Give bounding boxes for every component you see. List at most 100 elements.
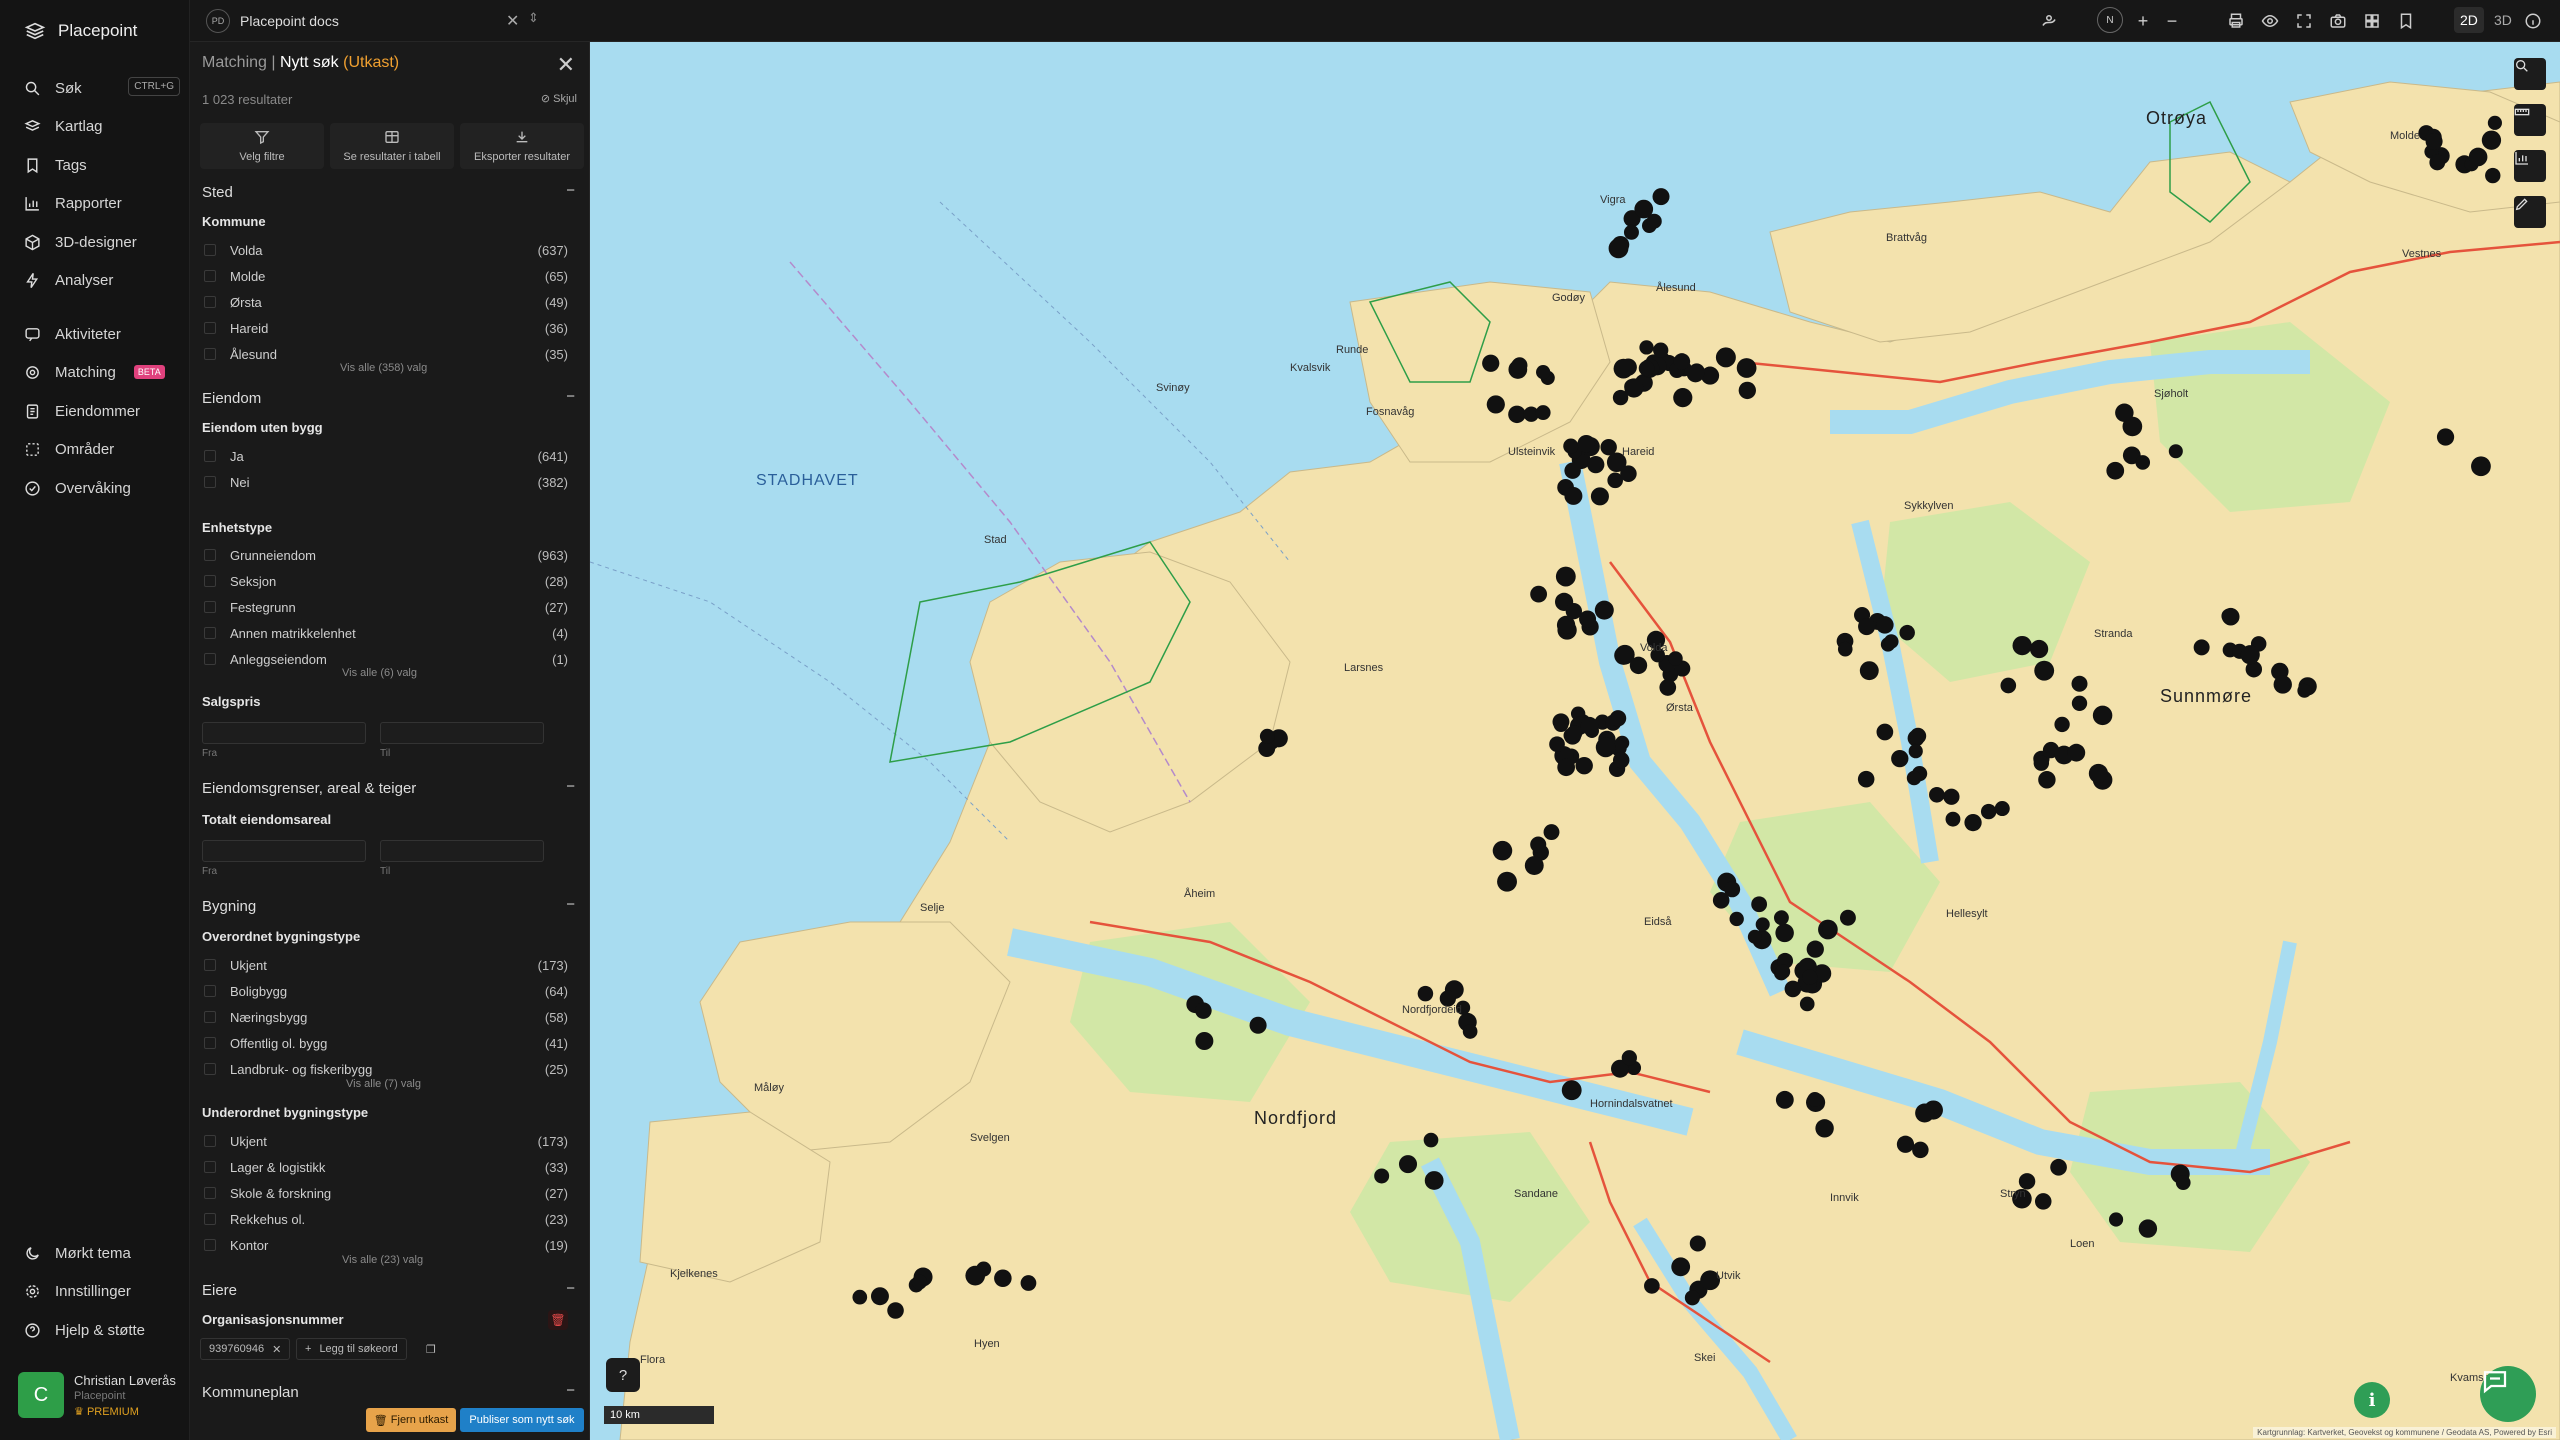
section-title[interactable]: Bygning <box>202 898 256 915</box>
result-marker[interactable] <box>1564 486 1583 505</box>
checkbox[interactable] <box>204 322 216 334</box>
result-marker[interactable] <box>2108 1212 2124 1227</box>
result-marker[interactable] <box>1839 909 1856 926</box>
result-marker[interactable] <box>2175 1175 2191 1191</box>
result-marker[interactable] <box>1566 725 1583 742</box>
result-marker[interactable] <box>1671 1257 1691 1277</box>
result-marker[interactable] <box>2487 115 2502 130</box>
result-marker[interactable] <box>1738 381 1756 400</box>
map-search-button[interactable] <box>2514 58 2546 90</box>
show-all-link[interactable]: Vis alle (358) valg <box>340 362 427 374</box>
collapse-icon[interactable]: − <box>566 1280 575 1297</box>
result-marker[interactable] <box>1620 465 1637 482</box>
section-title[interactable]: Kommuneplan <box>202 1384 299 1401</box>
nav-item-overvaking[interactable]: Overvåking <box>24 476 174 500</box>
chevron-updown-icon[interactable]: ⇕ <box>528 10 539 26</box>
result-marker[interactable] <box>1424 1171 1444 1190</box>
nav-item-aktiviteter[interactable]: Aktiviteter <box>24 322 174 346</box>
filter-option[interactable]: Skole & forskning (27) <box>202 1184 568 1202</box>
show-all-link[interactable]: Vis alle (7) valg <box>346 1078 421 1090</box>
nav-item-rapporter[interactable]: Rapporter <box>24 191 174 215</box>
result-marker[interactable] <box>1755 917 1770 932</box>
camera-icon[interactable] <box>2327 10 2349 32</box>
filter-option[interactable]: Molde (65) <box>202 267 568 285</box>
result-marker[interactable] <box>1590 487 1609 506</box>
checkbox[interactable] <box>204 1135 216 1147</box>
result-marker[interactable] <box>1553 717 1569 733</box>
price-from-input[interactable] <box>202 722 366 744</box>
nav-item-settings[interactable]: Innstillinger <box>24 1279 174 1303</box>
result-marker[interactable] <box>1751 896 1768 913</box>
result-marker[interactable] <box>1980 803 1997 820</box>
filter-option[interactable]: Ørsta (49) <box>202 293 568 311</box>
result-marker[interactable] <box>1195 1031 1214 1051</box>
checkbox[interactable] <box>204 1239 216 1251</box>
result-marker[interactable] <box>1530 836 1547 853</box>
result-marker[interactable] <box>1423 1132 1439 1148</box>
filter-option[interactable]: Rekkehus ol. (23) <box>202 1210 568 1228</box>
result-marker[interactable] <box>1561 1080 1582 1101</box>
result-marker[interactable] <box>1543 824 1560 841</box>
result-marker[interactable] <box>1857 770 1875 788</box>
collapse-icon[interactable]: − <box>566 182 575 199</box>
section-title[interactable]: Eiendomsgrenser, areal & teiger <box>202 780 416 797</box>
result-marker[interactable] <box>1536 365 1551 380</box>
nav-item-3d-designer[interactable]: 3D-designer <box>24 230 174 254</box>
result-marker[interactable] <box>2029 639 2049 659</box>
result-marker[interactable] <box>1511 357 1528 374</box>
result-marker[interactable] <box>1815 1119 1834 1138</box>
print-icon[interactable] <box>2225 10 2247 32</box>
result-marker[interactable] <box>2071 695 2088 711</box>
filter-option[interactable]: Volda (637) <box>202 241 568 259</box>
result-marker[interactable] <box>1555 566 1576 587</box>
result-marker[interactable] <box>2471 456 2491 477</box>
result-marker[interactable] <box>1668 651 1683 666</box>
document-tab[interactable]: PD Placepoint docs ✕ ⇕ <box>206 8 546 34</box>
zoom-in-icon[interactable]: + <box>2132 10 2154 32</box>
show-all-link[interactable]: Vis alle (6) valg <box>342 667 417 679</box>
result-marker[interactable] <box>1876 723 1894 741</box>
info-button[interactable]: i <box>2354 1382 2390 1418</box>
result-marker[interactable] <box>1595 737 1616 758</box>
result-marker[interactable] <box>994 1269 1012 1288</box>
result-marker[interactable] <box>1906 770 1922 786</box>
result-marker[interactable] <box>870 1287 889 1306</box>
result-marker[interactable] <box>1822 921 1837 936</box>
filter-option[interactable]: Annen matrikkelenhet (4) <box>202 624 568 642</box>
result-marker[interactable] <box>1577 434 1596 453</box>
result-marker[interactable] <box>1724 881 1741 898</box>
checkbox[interactable] <box>204 244 216 256</box>
result-marker[interactable] <box>1615 644 1635 665</box>
area-to-input[interactable] <box>380 840 544 862</box>
checkbox[interactable] <box>204 1187 216 1199</box>
result-marker[interactable] <box>1249 1016 1267 1034</box>
map-help-button[interactable]: ? <box>606 1358 640 1392</box>
publish-button[interactable]: Publiser som nytt søk <box>460 1408 584 1432</box>
user-profile[interactable]: C Christian Løverås Placepoint ♛ PREMIUM <box>18 1372 176 1418</box>
result-marker[interactable] <box>2088 763 2109 784</box>
result-marker[interactable] <box>1686 364 1705 383</box>
result-marker[interactable] <box>1564 462 1581 479</box>
nav-item-omrader[interactable]: Områder <box>24 437 174 461</box>
nav-item-help[interactable]: Hjelp & støtte <box>24 1318 174 1342</box>
result-marker[interactable] <box>1729 911 1744 927</box>
nav-item-tags[interactable]: Tags <box>24 153 174 177</box>
result-marker[interactable] <box>1876 616 1894 634</box>
result-marker[interactable] <box>1587 456 1605 474</box>
result-marker[interactable] <box>1624 378 1644 398</box>
result-marker[interactable] <box>1859 661 1879 681</box>
checkbox[interactable] <box>204 1037 216 1049</box>
result-marker[interactable] <box>1775 964 1791 979</box>
result-marker[interactable] <box>1535 405 1551 421</box>
result-marker[interactable] <box>1497 871 1517 892</box>
result-marker[interactable] <box>2054 716 2070 733</box>
nav-item-analyser[interactable]: Analyser <box>24 268 174 292</box>
result-marker[interactable] <box>1915 1103 1935 1123</box>
result-marker[interactable] <box>852 1289 868 1305</box>
checkbox[interactable] <box>204 985 216 997</box>
nav-item-search[interactable]: Søk CTRL+G <box>24 76 180 100</box>
filter-option[interactable]: Anleggseiendom (1) <box>202 650 568 668</box>
result-marker[interactable] <box>1883 634 1899 649</box>
result-marker[interactable] <box>1929 786 1945 803</box>
result-marker[interactable] <box>2436 428 2455 446</box>
